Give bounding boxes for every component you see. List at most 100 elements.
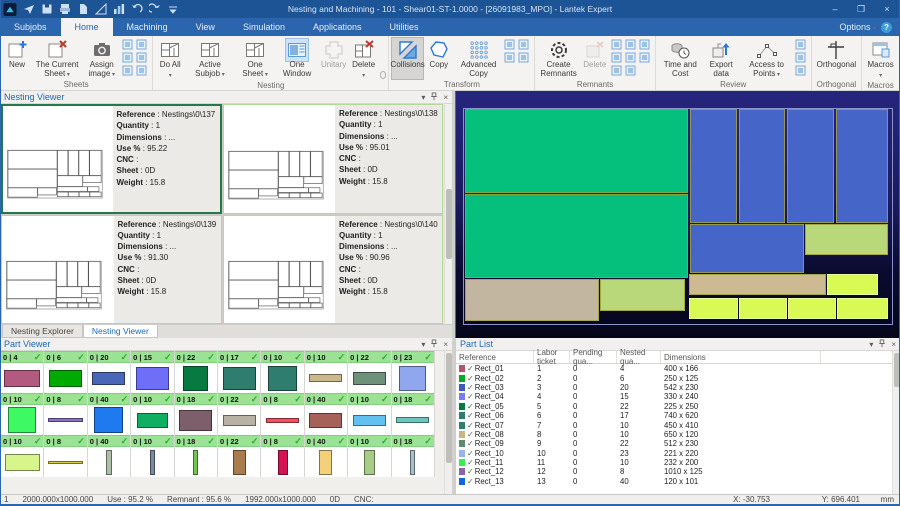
part-cell[interactable]: 0 | 10✓ — [348, 435, 391, 477]
part-viewer-scrollbar[interactable] — [444, 351, 452, 494]
column-header-reference[interactable]: Reference — [456, 351, 534, 363]
part-cell[interactable]: 0 | 18✓ — [392, 393, 435, 435]
table-row[interactable]: ✓Rect_1313040120 x 101 — [456, 477, 900, 486]
orthogonal-button[interactable]: Orthogonal — [814, 37, 860, 80]
table-row[interactable]: ✓Rect_088010650 x 120 — [456, 430, 900, 439]
part-cell[interactable]: 0 | 15✓ — [131, 351, 174, 393]
nested-part[interactable] — [465, 109, 688, 193]
mini-icon[interactable] — [122, 65, 134, 77]
assign-image-button[interactable]: Assign image ▾ — [82, 37, 121, 80]
part-cell[interactable]: 0 | 18✓ — [175, 435, 218, 477]
mini-icon[interactable] — [122, 39, 134, 51]
panel-menu-icon[interactable]: ▾ — [421, 93, 425, 102]
part-cell[interactable]: 0 | 10✓ — [348, 393, 391, 435]
one-window-button[interactable]: One Window — [276, 37, 319, 81]
mini-icon[interactable] — [795, 52, 807, 64]
tab-simulation[interactable]: Simulation — [229, 18, 299, 36]
measure-icon[interactable] — [95, 3, 107, 15]
column-header-labor-ticket[interactable]: Labor ticket — [534, 351, 570, 363]
part-cell[interactable]: 0 | 18✓ — [392, 435, 435, 477]
maximize-button[interactable]: ❐ — [848, 0, 874, 18]
mini-icon[interactable] — [625, 39, 637, 51]
table-row[interactable]: ✓Rect_1111010232 x 200 — [456, 458, 900, 467]
part-cell[interactable]: 0 | 40✓ — [88, 435, 131, 477]
table-row[interactable]: ✓Rect_055022225 x 250 — [456, 402, 900, 411]
part-cell[interactable]: 0 | 10✓ — [131, 393, 174, 435]
pin-icon[interactable] — [430, 92, 438, 103]
nesting-cell-3[interactable]: Reference : Nestings\0\139Quantity : 1Di… — [1, 215, 222, 325]
mini-icon[interactable] — [611, 39, 623, 51]
column-header-pending-qua[interactable]: Pending qua... — [570, 351, 617, 363]
part-cell[interactable]: 0 | 8✓ — [261, 393, 304, 435]
tab-nesting-explorer[interactable]: Nesting Explorer — [2, 325, 83, 338]
nesting-cell-2[interactable]: Reference : Nestings\0\138Quantity : 1Di… — [223, 104, 444, 214]
mini-icon[interactable] — [625, 65, 637, 77]
nesting-viewer-scrollbar[interactable] — [444, 104, 452, 324]
create-remnants-button[interactable]: Create Remnants — [537, 37, 579, 80]
table-row[interactable]: ✓Rect_1212081010 x 125 — [456, 467, 900, 476]
nested-part[interactable] — [690, 224, 804, 273]
stats-icon[interactable] — [113, 3, 125, 15]
qat-customize-icon[interactable] — [167, 3, 179, 15]
copy-button[interactable]: Copy — [424, 37, 454, 80]
tab-machining[interactable]: Machining — [113, 18, 182, 36]
nested-part[interactable] — [465, 194, 688, 278]
save-icon[interactable] — [41, 3, 53, 15]
tab-applications[interactable]: Applications — [299, 18, 376, 36]
export-data-button[interactable]: Export data — [703, 37, 740, 80]
column-header-dimensions[interactable]: Dimensions — [661, 351, 821, 363]
pin-icon[interactable] — [430, 339, 438, 350]
nested-part[interactable] — [805, 224, 888, 255]
nested-part[interactable] — [690, 109, 737, 223]
new-doc-icon[interactable] — [77, 3, 89, 15]
tab-view[interactable]: View — [182, 18, 229, 36]
do-all-button[interactable]: Do All ▾ — [155, 37, 185, 81]
mini-icon[interactable] — [136, 65, 148, 77]
column-header-nested-qua[interactable]: Nested qua... — [617, 351, 661, 363]
part-cell[interactable]: 0 | 40✓ — [88, 393, 131, 435]
part-cell[interactable]: 0 | 8✓ — [261, 435, 304, 477]
options-menu[interactable]: Options ▾ — [839, 22, 876, 32]
time-and-cost-button[interactable]: Time and Cost — [658, 37, 703, 80]
undo-icon[interactable] — [131, 3, 143, 15]
part-cell[interactable]: 0 | 6✓ — [44, 351, 87, 393]
mini-icon[interactable] — [795, 65, 807, 77]
tab-nesting-viewer[interactable]: Nesting Viewer — [83, 325, 158, 338]
part-cell[interactable]: 0 | 4✓ — [1, 351, 44, 393]
table-row[interactable]: ✓Rect_1010023221 x 220 — [456, 449, 900, 458]
part-cell[interactable]: 0 | 10✓ — [1, 393, 44, 435]
delete-button[interactable]: Delete ▾ — [349, 37, 379, 81]
nesting-cell-4[interactable]: Reference : Nestings\0\140Quantity : 1Di… — [223, 215, 444, 325]
part-cell[interactable]: 0 | 22✓ — [218, 393, 261, 435]
mini-icon[interactable] — [122, 52, 134, 64]
the-current-sheet-button[interactable]: The Current Sheet ▾ — [32, 37, 82, 80]
close-icon[interactable]: × — [891, 340, 896, 349]
table-row[interactable]: ✓Rect_01104400 x 166 — [456, 364, 900, 373]
macros-button[interactable]: Macros ▾ — [864, 37, 897, 81]
panel-menu-icon[interactable]: ▾ — [421, 340, 425, 349]
table-row[interactable]: ✓Rect_033020542 x 230 — [456, 383, 900, 392]
part-cell[interactable]: 0 | 40✓ — [305, 393, 348, 435]
advanced-copy-button[interactable]: Advanced Copy — [454, 37, 503, 80]
help-icon[interactable]: ? — [881, 22, 892, 33]
part-cell[interactable]: 0 | 8✓ — [44, 435, 87, 477]
mini-icon[interactable] — [518, 52, 530, 64]
nesting-dialog-launcher-icon[interactable] — [380, 71, 387, 79]
tab-home[interactable]: Home — [61, 18, 113, 36]
part-cell[interactable]: 0 | 22✓ — [218, 435, 261, 477]
mini-icon[interactable] — [795, 39, 807, 51]
part-cell[interactable]: 0 | 18✓ — [175, 393, 218, 435]
nested-part[interactable] — [827, 274, 878, 295]
minimize-button[interactable]: – — [822, 0, 848, 18]
one-sheet-button[interactable]: One Sheet ▾ — [235, 37, 276, 81]
table-row[interactable]: ✓Rect_077010450 x 410 — [456, 420, 900, 429]
part-cell[interactable]: 0 | 20✓ — [88, 351, 131, 393]
nested-part[interactable] — [739, 109, 785, 223]
part-cell[interactable]: 0 | 10✓ — [261, 351, 304, 393]
nested-part[interactable] — [788, 298, 836, 319]
mini-icon[interactable] — [611, 52, 623, 64]
tab-utilities[interactable]: Utilities — [376, 18, 433, 36]
nested-part[interactable] — [689, 298, 738, 319]
send-icon[interactable] — [23, 3, 35, 15]
mini-icon[interactable] — [639, 52, 651, 64]
